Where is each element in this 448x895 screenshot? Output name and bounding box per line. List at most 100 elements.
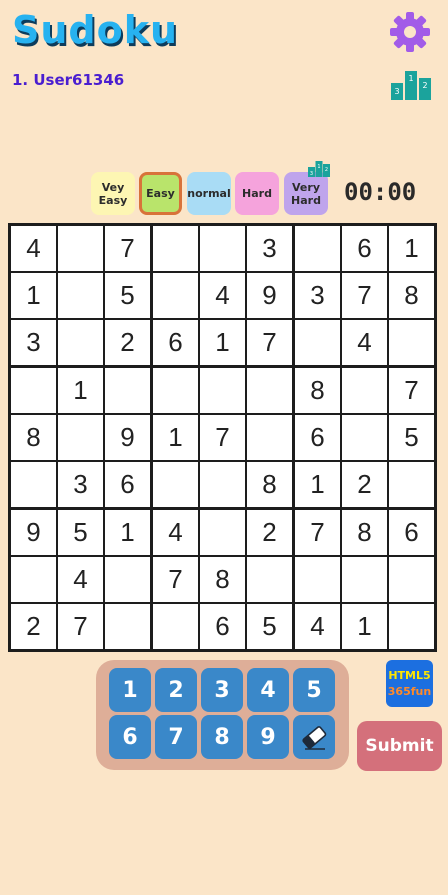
board-cell[interactable] (105, 604, 150, 649)
board-cell[interactable] (200, 462, 245, 507)
board-cell[interactable]: 6 (389, 510, 434, 555)
board-cell[interactable]: 1 (295, 462, 340, 507)
board-cell[interactable] (200, 368, 245, 413)
board-cell[interactable]: 4 (153, 510, 198, 555)
board-cell[interactable] (200, 510, 245, 555)
board-cell[interactable]: 9 (11, 510, 56, 555)
difficulty-very-easy[interactable]: Vey Easy (91, 172, 135, 215)
board-cell[interactable] (58, 320, 103, 365)
board-cell[interactable]: 7 (105, 226, 150, 271)
board-cell[interactable]: 7 (247, 320, 292, 365)
board-cell[interactable]: 6 (153, 320, 198, 365)
board-cell[interactable] (58, 226, 103, 271)
submit-button[interactable]: Submit (357, 721, 442, 771)
board-cell[interactable] (200, 226, 245, 271)
key-2[interactable]: 2 (155, 668, 197, 712)
html5-badge[interactable]: HTML5 365fun (386, 660, 433, 707)
board-cell[interactable] (247, 368, 292, 413)
board-cell[interactable]: 5 (105, 273, 150, 318)
board-cell[interactable] (389, 604, 434, 649)
board-cell[interactable]: 4 (11, 226, 56, 271)
board-cell[interactable]: 4 (342, 320, 387, 365)
key-9[interactable]: 9 (247, 715, 289, 759)
board-cell[interactable]: 1 (200, 320, 245, 365)
board-cell[interactable] (153, 462, 198, 507)
board-cell[interactable]: 2 (11, 604, 56, 649)
gear-icon[interactable] (388, 10, 432, 54)
board-cell[interactable]: 5 (247, 604, 292, 649)
board-cell[interactable]: 4 (200, 273, 245, 318)
board-cell[interactable] (58, 415, 103, 460)
board-cell[interactable] (105, 368, 150, 413)
board-cell[interactable]: 8 (342, 510, 387, 555)
board-cell[interactable]: 6 (342, 226, 387, 271)
board-cell[interactable]: 5 (58, 510, 103, 555)
eraser-button[interactable] (293, 715, 335, 759)
board-cell[interactable]: 7 (342, 273, 387, 318)
board-cell[interactable]: 7 (389, 368, 434, 413)
board-cell[interactable]: 1 (58, 368, 103, 413)
board-cell[interactable] (105, 557, 150, 602)
key-4[interactable]: 4 (247, 668, 289, 712)
key-3[interactable]: 3 (201, 668, 243, 712)
board-cell[interactable] (389, 462, 434, 507)
board-cell[interactable]: 3 (247, 226, 292, 271)
board-cell[interactable]: 8 (11, 415, 56, 460)
board-cell[interactable]: 2 (105, 320, 150, 365)
board-cell[interactable]: 7 (295, 510, 340, 555)
board-cell[interactable] (295, 226, 340, 271)
board-cell[interactable] (153, 604, 198, 649)
board-cell[interactable]: 2 (342, 462, 387, 507)
board-cell[interactable]: 2 (247, 510, 292, 555)
board-cell[interactable] (11, 368, 56, 413)
board-cell[interactable] (247, 415, 292, 460)
board-cell[interactable]: 5 (389, 415, 434, 460)
board-cell[interactable]: 6 (295, 415, 340, 460)
board-cell[interactable]: 8 (247, 462, 292, 507)
board-cell[interactable] (11, 557, 56, 602)
board-cell[interactable] (153, 368, 198, 413)
difficulty-hard[interactable]: Hard (235, 172, 279, 215)
board-cell[interactable]: 6 (200, 604, 245, 649)
key-5[interactable]: 5 (293, 668, 335, 712)
board-cell[interactable]: 7 (200, 415, 245, 460)
board-cell[interactable]: 1 (105, 510, 150, 555)
board-cell[interactable]: 3 (11, 320, 56, 365)
board-cell[interactable] (342, 368, 387, 413)
difficulty-easy[interactable]: Easy (139, 172, 182, 215)
difficulty-very-hard[interactable]: Very Hard (284, 172, 328, 215)
board-cell[interactable]: 3 (58, 462, 103, 507)
board-cell[interactable]: 9 (247, 273, 292, 318)
key-6[interactable]: 6 (109, 715, 151, 759)
board-cell[interactable] (58, 273, 103, 318)
board-cell[interactable]: 4 (58, 557, 103, 602)
board-cell[interactable] (153, 226, 198, 271)
board-cell[interactable]: 1 (342, 604, 387, 649)
board-cell[interactable] (153, 273, 198, 318)
board-cell[interactable] (342, 415, 387, 460)
board-cell[interactable]: 7 (58, 604, 103, 649)
board-cell[interactable]: 8 (200, 557, 245, 602)
key-8[interactable]: 8 (201, 715, 243, 759)
board-cell[interactable]: 1 (153, 415, 198, 460)
key-7[interactable]: 7 (155, 715, 197, 759)
board-cell[interactable]: 9 (105, 415, 150, 460)
board-cell[interactable]: 4 (295, 604, 340, 649)
board-cell[interactable]: 1 (11, 273, 56, 318)
board-cell[interactable]: 3 (295, 273, 340, 318)
board-cell[interactable] (11, 462, 56, 507)
board-cell[interactable] (247, 557, 292, 602)
board-cell[interactable]: 7 (153, 557, 198, 602)
board-cell[interactable] (295, 320, 340, 365)
board-cell[interactable] (389, 320, 434, 365)
board-cell[interactable] (389, 557, 434, 602)
podium-icon[interactable]: 3 1 2 (390, 70, 432, 100)
board-cell[interactable]: 1 (389, 226, 434, 271)
board-cell[interactable]: 6 (105, 462, 150, 507)
board-cell[interactable] (342, 557, 387, 602)
board-cell[interactable]: 8 (389, 273, 434, 318)
difficulty-normal[interactable]: normal (187, 172, 231, 215)
board-cell[interactable]: 8 (295, 368, 340, 413)
key-1[interactable]: 1 (109, 668, 151, 712)
board-cell[interactable] (295, 557, 340, 602)
